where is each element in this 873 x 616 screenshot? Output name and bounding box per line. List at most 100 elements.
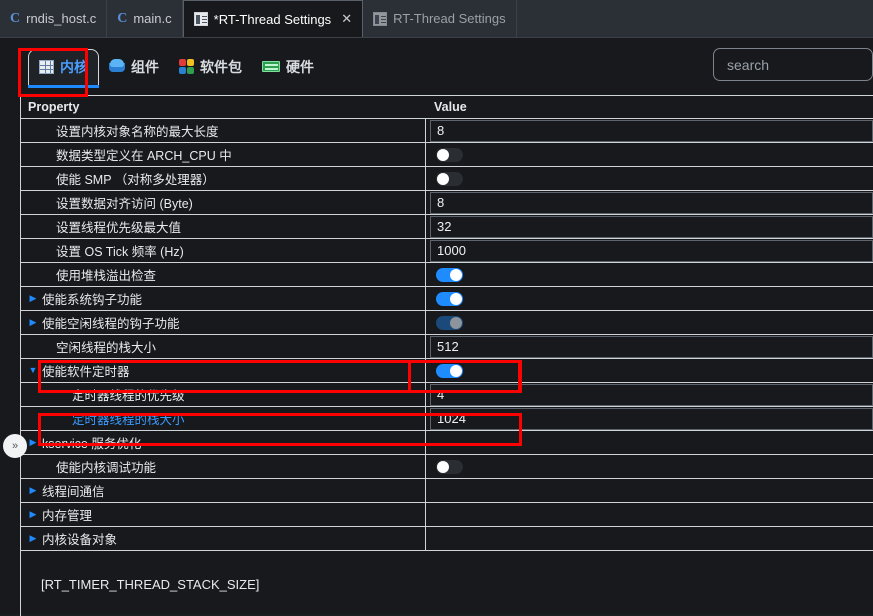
value-toggle[interactable] [436,147,463,162]
table-row[interactable]: ▶ 使能系统钩子功能 [21,287,873,311]
close-icon[interactable]: ✕ [341,12,352,27]
table-row[interactable]: 使能内核调试功能 [21,455,873,479]
value-input[interactable]: 1024 [430,407,873,430]
chevron-down-icon[interactable]: ▼ [26,366,40,375]
toolbar-tab-kernel[interactable]: 内核 [28,48,99,88]
property-label: 使能系统钩子功能 [42,293,143,307]
value-toggle[interactable] [436,291,463,306]
tab-label: *RT-Thread Settings [213,11,332,27]
table-header: Property Value [21,96,873,119]
value-toggle[interactable] [436,171,463,186]
value-toggle[interactable] [436,315,463,330]
toggle-knob [437,460,449,473]
value-cell: 8 [426,119,873,142]
chevron-right-icon[interactable]: ▶ [26,510,40,519]
table-row[interactable]: 设置 OS Tick 频率 (Hz) 1000 [21,239,873,263]
table-row[interactable]: 数据类型定义在 ARCH_CPU 中 [21,143,873,167]
chevron-right-icon[interactable]: ▶ [26,534,40,543]
property-cell: 设置数据对齐访问 (Byte) [21,191,426,214]
toolbar-tab-hardware[interactable]: 硬件 [252,49,324,85]
value-input[interactable]: 1000 [430,239,873,262]
property-label: 定时器线程的优先级 [72,389,185,403]
value-cell: 4 [426,383,873,406]
settings-doc-icon [193,12,208,26]
tab-rt-thread-settings-secondary[interactable]: RT-Thread Settings [363,0,517,37]
property-cell: 数据类型定义在 ARCH_CPU 中 [21,143,426,166]
property-label: 使能空闲线程的钩子功能 [42,317,180,331]
chevron-right-icon[interactable]: ▶ [26,438,40,447]
table-row[interactable]: ▶ kservice 服务优化 [21,431,873,455]
toggle-knob [450,268,462,281]
property-label: 设置数据对齐访问 (Byte) [56,197,193,211]
value-cell [426,527,873,550]
tab-rt-thread-settings-active[interactable]: *RT-Thread Settings ✕ [182,0,364,37]
kernel-grid-icon [39,60,54,74]
table-row[interactable]: 设置数据对齐访问 (Byte) 8 [21,191,873,215]
property-cell: 使能 SMP （对称多处理器） [21,167,426,190]
value-cell: 512 [426,335,873,358]
table-row[interactable]: ▶ 内存管理 [21,503,873,527]
tab-main-c[interactable]: C main.c [107,0,183,37]
tab-rndis-host-c[interactable]: C rndis_host.c [0,0,108,37]
property-cell: 设置线程优先级最大值 [21,215,426,238]
table-row[interactable]: ▶ 内核设备对象 [21,527,873,551]
value-cell [426,287,873,310]
toggle-knob [450,316,462,329]
table-row[interactable]: ▶ 线程间通信 [21,479,873,503]
property-label: 使能软件定时器 [42,365,130,379]
value-cell: 8 [426,191,873,214]
property-cell: 空闲线程的栈大小 [21,335,426,358]
value-cell [426,479,873,502]
toolbar-tab-label: 硬件 [286,58,314,75]
property-cell: ▶ 内存管理 [21,503,426,526]
property-cell: 定时器线程的优先级 [21,383,426,406]
table-row[interactable]: 设置内核对象名称的最大长度 8 [21,119,873,143]
table-row[interactable]: 定时器线程的优先级 4 [21,383,873,407]
value-cell: 32 [426,215,873,238]
value-input[interactable]: 512 [430,335,873,358]
toggle-knob [450,364,462,377]
property-label: 设置线程优先级最大值 [56,221,182,235]
value-toggle[interactable] [436,459,463,474]
value-input[interactable]: 4 [430,383,873,406]
property-label: 数据类型定义在 ARCH_CPU 中 [56,149,232,163]
value-input[interactable]: 8 [430,191,873,214]
property-label: kservice 服务优化 [42,437,142,451]
table-row[interactable]: 空闲线程的栈大小 512 [21,335,873,359]
chevron-right-icon[interactable]: ▶ [26,318,40,327]
packages-squares-icon [179,59,194,74]
property-label: 设置 OS Tick 频率 (Hz) [56,245,184,259]
value-toggle[interactable] [436,363,463,378]
table-row[interactable]: 使能 SMP （对称多处理器） [21,167,873,191]
chevron-double-right-icon: » [11,440,19,452]
category-toolbar: 内核 组件 软件包 硬件 search [0,38,873,95]
table-row[interactable]: ▶ 使能空闲线程的钩子功能 [21,311,873,335]
chevron-right-icon[interactable]: ▶ [26,294,40,303]
property-label: 使用堆栈溢出检查 [56,269,157,283]
value-input[interactable]: 8 [430,119,873,142]
c-file-icon: C [117,10,128,26]
property-label: 定时器线程的栈大小 [72,413,185,427]
toolbar-tab-label: 软件包 [200,58,242,75]
property-label: 内存管理 [42,509,93,523]
search-input[interactable]: search [713,48,873,81]
value-cell [426,455,873,478]
toggle-knob [437,172,449,185]
table-row[interactable]: 设置线程优先级最大值 32 [21,215,873,239]
value-input[interactable]: 32 [430,215,873,238]
tab-label: RT-Thread Settings [393,11,506,26]
toolbar-tab-components[interactable]: 组件 [99,49,169,85]
table-row[interactable]: 使用堆栈溢出检查 [21,263,873,287]
value-cell [426,143,873,166]
property-cell: ▼ 使能软件定时器 [21,359,426,382]
table-row[interactable]: ▼ 使能软件定时器 [21,359,873,383]
table-row[interactable]: 定时器线程的栈大小 1024 [21,407,873,431]
value-toggle[interactable] [436,267,463,282]
property-cell: ▶ 使能空闲线程的钩子功能 [21,311,426,334]
toolbar-tab-label: 组件 [131,58,159,75]
expand-sidebar-handle[interactable]: » [3,434,27,458]
chevron-right-icon[interactable]: ▶ [26,486,40,495]
toolbar-tab-packages[interactable]: 软件包 [169,49,252,85]
hardware-chip-icon [262,61,280,72]
column-header-value: Value [434,100,467,114]
